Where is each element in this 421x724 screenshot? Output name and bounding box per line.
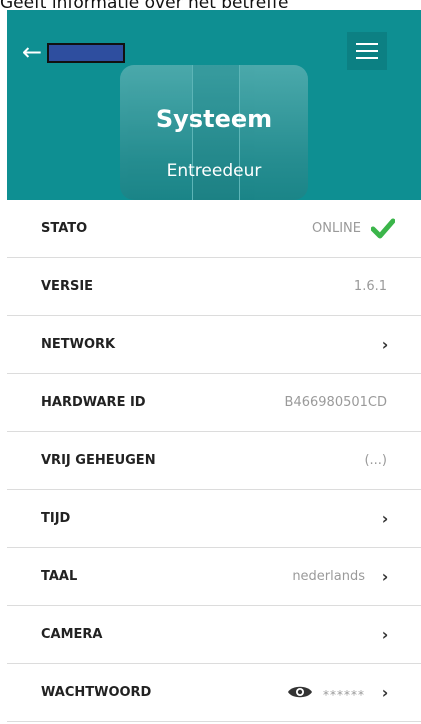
app-header: ← Systeem Entreedeur <box>7 10 421 200</box>
page-subtitle: Entreedeur <box>166 161 262 181</box>
row-label: WACHTWOORD <box>41 685 152 700</box>
row-camera[interactable]: CAMERA › <box>7 606 421 664</box>
row-versie: VERSIE 1.6.1 <box>7 258 421 316</box>
row-stato: STATO ONLINE <box>7 200 421 258</box>
row-label: CAMERA <box>41 627 103 642</box>
memory-value: (...) <box>364 453 387 468</box>
password-value: ****** <box>323 688 365 702</box>
redacted-label <box>47 43 125 63</box>
eye-icon[interactable] <box>287 683 313 701</box>
row-label: HARDWARE ID <box>41 395 146 410</box>
row-label: NETWORK <box>41 337 116 352</box>
status-value: ONLINE <box>312 221 361 236</box>
row-label: VRIJ GEHEUGEN <box>41 453 156 468</box>
settings-list: STATO ONLINE VERSIE 1.6.1 NETWORK › HARD… <box>7 200 421 722</box>
menu-bar-icon <box>356 50 378 52</box>
menu-bar-icon <box>356 57 378 59</box>
row-vrij-geheugen: VRIJ GEHEUGEN (...) <box>7 432 421 490</box>
chevron-right-icon: › <box>381 683 389 702</box>
menu-bar-icon <box>356 43 378 45</box>
row-taal[interactable]: TAAL nederlands › <box>7 548 421 606</box>
back-arrow-icon[interactable]: ← <box>22 40 44 64</box>
language-value: nederlands <box>292 569 365 584</box>
row-label: TIJD <box>41 511 71 526</box>
row-label: TAAL <box>41 569 78 584</box>
chevron-right-icon: › <box>381 567 389 586</box>
version-value: 1.6.1 <box>353 279 387 294</box>
page-title: Systeem <box>155 105 273 133</box>
chevron-right-icon: › <box>381 625 389 644</box>
menu-button[interactable] <box>347 32 387 70</box>
row-wachtwoord[interactable]: WACHTWOORD ****** › <box>7 664 421 722</box>
caption-text: Geeft informatie over het betreffe <box>0 0 289 10</box>
check-icon <box>371 218 395 239</box>
row-label: VERSIE <box>41 279 94 294</box>
row-network[interactable]: NETWORK › <box>7 316 421 374</box>
row-tijd[interactable]: TIJD › <box>7 490 421 548</box>
chevron-right-icon: › <box>381 509 389 528</box>
hardware-id-value: B466980501CD <box>284 395 387 410</box>
chevron-right-icon: › <box>381 335 389 354</box>
row-label: STATO <box>41 221 88 236</box>
row-hardware-id: HARDWARE ID B466980501CD <box>7 374 421 432</box>
